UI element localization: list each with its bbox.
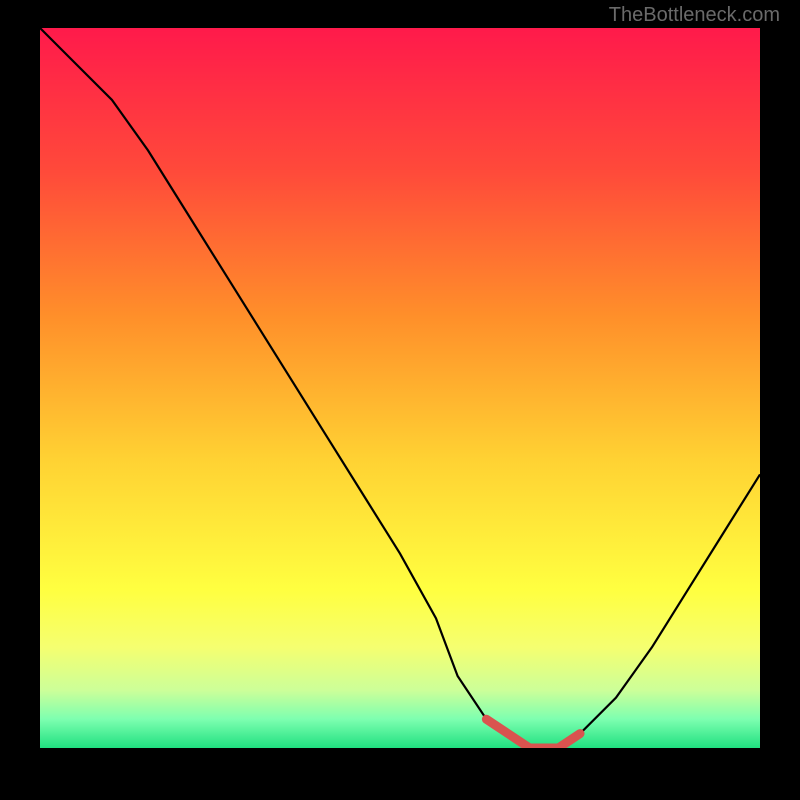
chart-curve-layer [40,28,760,748]
chart-plot-area [40,28,760,748]
bottleneck-curve-line [40,28,760,748]
watermark-text: TheBottleneck.com [609,4,780,27]
highlight-segment [486,719,580,748]
